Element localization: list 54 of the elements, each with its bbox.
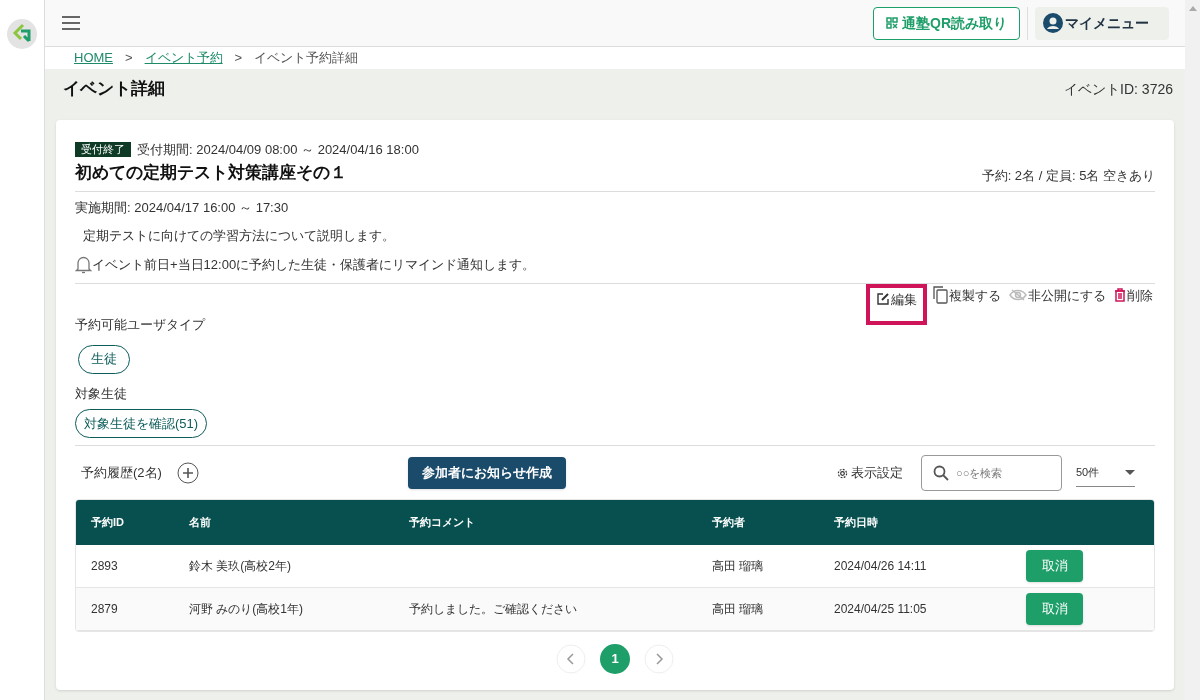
table-cell: 2024/04/26 14:11 [834,559,927,573]
table-cell: 2893 [91,559,118,573]
column-header: 名前 [189,515,212,531]
edit-icon [876,292,890,307]
create-notice-button[interactable]: 参加者にお知らせ作成 [407,457,566,489]
event-name: 初めての定期テスト対策講座その１ [75,161,347,184]
unpublish-button[interactable]: 非公開にする [1007,285,1108,323]
column-header: 予約コメント [409,515,476,531]
column-header: 予約ID [90,515,125,531]
user-avatar-icon [1043,13,1063,33]
my-menu-button[interactable]: マイメニュー [1035,6,1169,40]
per-page-select[interactable]: 50件 [1076,459,1135,487]
table-cell: 高田 瑠璃 [712,602,764,616]
search-field[interactable]: ○○を検索 [921,455,1062,491]
breadcrumb-link[interactable]: イベント予約 [144,48,223,68]
reception-period: 受付期間: 2024/04/09 08:00 ～ 2024/04/16 18:00 [137,141,419,159]
bell-icon [75,255,92,275]
dropdown-caret-icon [1125,470,1135,475]
capacity-info: 予約: 2名 / 定員: 5名 空きあり [981,166,1155,185]
copy-button[interactable]: 複製する [931,285,1003,323]
breadcrumb-link[interactable]: HOME [74,48,113,68]
section-title: 予約履歴(2名) [81,464,162,483]
trash-icon [1114,288,1126,303]
qr-code-icon [886,17,898,29]
table-cell: 予約しました。ご確認ください [409,602,577,616]
delete-button[interactable]: 削除 [1112,285,1155,323]
column-header: 予約者 [712,515,746,531]
add-icon[interactable] [176,462,199,484]
event-description: 定期テストに向けての学習方法について説明します。 [82,226,396,245]
table-cell: 河野 みのり(高校1年) [189,602,303,616]
table-cell: 2024/04/25 11:05 [834,602,927,616]
settings-icon [837,467,848,479]
breadcrumb-separator: > [234,49,243,68]
logo-icon[interactable] [7,19,37,49]
search-icon [933,465,949,481]
status-badge: 受付終了 [75,142,131,158]
event-id: イベントID: 3726 [1064,79,1173,99]
table-cell: 高田 瑠璃 [712,559,764,573]
copy-icon [933,286,948,305]
edit-button[interactable]: 編集 [866,283,927,325]
column-header: 予約日時 [834,515,879,531]
breadcrumb-current: イベント予約詳細 [254,49,359,68]
event-period: 実施期間: 2024/04/17 16:00 ～ 17:30 [75,199,290,217]
breadcrumb-separator: > [125,49,133,68]
section-label: 対象生徒 [75,384,128,403]
reminder-note: イベント前日+当日12:00に予約した生徒・保護者にリマインド通知します。 [92,256,536,274]
page-title: イベント詳細 [63,78,165,101]
table-cell: 2879 [91,602,118,616]
display-settings-button[interactable]: 表示設定 [837,463,903,483]
next-page-icon[interactable] [644,644,674,674]
eye-off-icon [1009,289,1027,302]
menu-icon[interactable] [62,16,80,30]
table-cell: 鈴木 美玖(高校2年) [189,559,291,573]
section-label: 予約可能ユーザタイプ [75,316,207,334]
